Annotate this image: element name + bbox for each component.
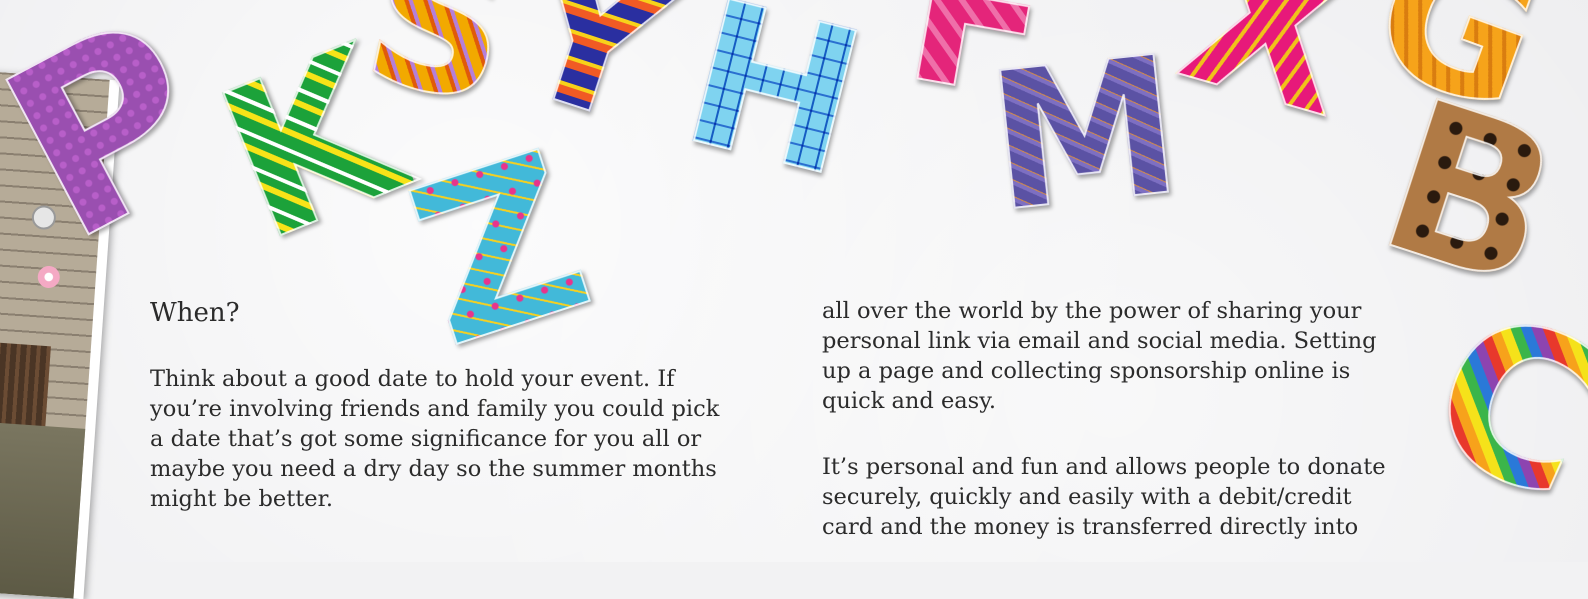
ground [0,419,86,599]
online-sponsorship-paragraph: all over the world by the power of shari… [822,298,1377,414]
right-column: all over the world by the power of shari… [822,296,1462,578]
garden-bench [0,339,51,437]
decorative-letter-m: M [978,14,1191,256]
flower-decoration [37,265,61,289]
donate-paragraph: It’s personal and fun and allows people … [822,454,1386,540]
